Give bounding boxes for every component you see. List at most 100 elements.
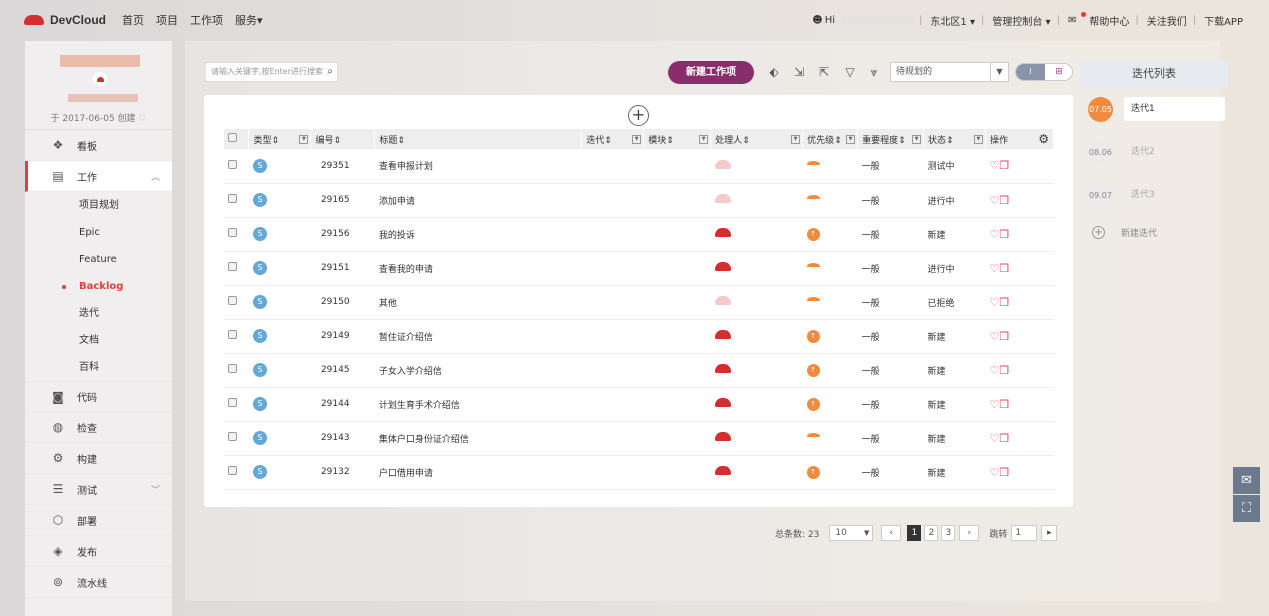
row-checkbox[interactable] <box>228 262 237 271</box>
sidebar-item-code[interactable]: ◙ 代码 <box>25 381 172 412</box>
iteration-name[interactable]: 迭代3 <box>1124 183 1225 207</box>
sidebar-sub-backlog[interactable]: Backlog <box>25 273 172 300</box>
col-type[interactable]: 类型⇕ ▼ <box>248 129 312 149</box>
row-checkbox[interactable] <box>228 330 237 339</box>
nav-home[interactable]: 首页 <box>122 12 144 28</box>
sidebar-item-pipeline[interactable]: ⊚ 流水线 <box>25 567 172 598</box>
copy-icon[interactable]: ❐ <box>999 262 1009 275</box>
row-checkbox[interactable] <box>228 296 237 305</box>
table-row[interactable]: S 29151 查看我的申请 一般 进行中 ♡❐ <box>224 251 1054 286</box>
sidebar-sub-feature[interactable]: Feature <box>25 246 172 273</box>
next-page-button[interactable]: › <box>959 525 980 541</box>
search-input[interactable]: 请输入关键字,按Enter进行搜索 ⌕ <box>205 62 338 82</box>
copy-icon[interactable]: ❐ <box>999 194 1009 207</box>
favorite-heart-icon[interactable]: ♡ <box>989 159 999 172</box>
filter-box-icon[interactable]: ▼ <box>846 135 856 144</box>
new-workitem-button[interactable]: 新建工作项 <box>668 61 754 84</box>
page-3-button[interactable]: 3 <box>941 525 956 541</box>
jump-go-button[interactable]: ▸ <box>1041 525 1058 541</box>
title-cell[interactable]: 户口借用申请 <box>374 455 582 490</box>
iteration-item[interactable]: 07.05 迭代1 <box>1080 88 1228 131</box>
copy-icon[interactable]: ❐ <box>999 228 1009 241</box>
search-icon[interactable]: ⌕ <box>327 63 333 81</box>
col-id[interactable]: 编号⇕ <box>310 129 376 149</box>
favorite-heart-icon[interactable]: ♡ <box>989 364 999 377</box>
favorite-heart-icon[interactable]: ♡ <box>989 432 999 445</box>
col-iteration[interactable]: 迭代⇕ ▼ <box>581 129 645 149</box>
screenshot-button[interactable]: ⛶ <box>1233 495 1260 522</box>
filter-box-icon[interactable]: ▼ <box>699 135 709 144</box>
table-row[interactable]: S 29351 查看申报计划 一般 测试中 ♡❐ <box>224 149 1054 184</box>
title-cell[interactable]: 计划生育手术介绍信 <box>374 387 582 422</box>
table-row[interactable]: S 29156 我的投诉 ↑ 一般 新建 ♡❐ <box>224 217 1054 252</box>
jump-page-input[interactable]: 1 <box>1011 525 1038 541</box>
copy-icon[interactable]: ❐ <box>999 159 1009 172</box>
title-cell[interactable]: 添加申请 <box>374 183 582 218</box>
col-importance[interactable]: 重要程度⇕ ▼ <box>857 129 925 149</box>
select-all-checkbox[interactable] <box>228 133 237 142</box>
iteration-item[interactable]: 09.07 迭代3 <box>1080 174 1228 217</box>
help-center-link[interactable]: 帮助中心 <box>1089 13 1129 28</box>
table-row[interactable]: S 29165 添加申请 一般 进行中 ♡❐ <box>224 183 1054 218</box>
sidebar-item-build[interactable]: ⚙ 构建 <box>25 443 172 474</box>
filter-box-icon[interactable]: ▼ <box>299 135 309 144</box>
sidebar-sub-epic[interactable]: Epic <box>25 219 172 246</box>
prev-page-button[interactable]: ‹ <box>881 525 902 541</box>
row-checkbox[interactable] <box>228 398 237 407</box>
page-2-button[interactable]: 2 <box>924 525 939 541</box>
table-row[interactable]: S 29150 其他 一般 已拒绝 ♡❐ <box>224 285 1054 320</box>
copy-icon[interactable]: ❐ <box>999 330 1009 343</box>
copy-icon[interactable]: ❐ <box>999 364 1009 377</box>
nav-services[interactable]: 服务▾ <box>235 12 263 28</box>
table-row[interactable]: S 29145 子女入学介绍信 ↑ 一般 新建 ♡❐ <box>224 353 1054 388</box>
mail-icon[interactable]: ✉ <box>1068 11 1089 26</box>
row-checkbox[interactable] <box>228 194 237 203</box>
sidebar-item-deploy[interactable]: ⬡ 部署 <box>25 505 172 536</box>
title-cell[interactable]: 暂住证介绍信 <box>374 319 582 354</box>
table-row[interactable]: S 29149 暂住证介绍信 ↑ 一般 新建 ♡❐ <box>224 319 1054 354</box>
download-app-link[interactable]: 下载APP <box>1204 13 1243 28</box>
row-checkbox[interactable] <box>228 159 237 169</box>
sidebar-sub-docs[interactable]: 文档 <box>25 327 172 354</box>
copy-icon[interactable]: ❐ <box>999 296 1009 309</box>
sidebar-sub-planning[interactable]: 项目规划 <box>25 192 172 219</box>
devcloud-logo[interactable]: DevCloud <box>24 13 106 27</box>
feedback-mail-button[interactable]: ✉ <box>1233 467 1260 494</box>
page-size-select[interactable]: 10 ▼ <box>829 525 874 541</box>
filter-icon[interactable]: ▽ <box>842 64 858 80</box>
advanced-filter-icon[interactable]: ⩔ <box>866 64 882 80</box>
title-cell[interactable]: 我的投诉 <box>374 217 582 252</box>
favorite-heart-icon[interactable]: ♡ <box>989 262 999 275</box>
favorite-heart-icon[interactable]: ♡ <box>989 194 999 207</box>
filter-box-icon[interactable]: ▼ <box>912 135 922 144</box>
col-assignee[interactable]: 处理人⇕ ▼ <box>710 129 804 149</box>
iteration-item[interactable]: 08.06 迭代2 <box>1080 131 1228 174</box>
sidebar-item-release[interactable]: ◈ 发布 <box>25 536 172 567</box>
col-module[interactable]: 模块⇕ ▼ <box>643 129 712 149</box>
copy-icon[interactable]: ❐ <box>999 432 1009 445</box>
add-row-icon[interactable]: + <box>628 105 649 126</box>
row-checkbox[interactable] <box>228 364 237 373</box>
filter-box-icon[interactable]: ▼ <box>973 135 983 144</box>
settings-gear-icon[interactable]: ⚙ <box>1038 132 1049 146</box>
row-checkbox[interactable] <box>228 432 237 441</box>
favorite-heart-icon[interactable]: ♡ <box>989 466 999 479</box>
row-checkbox[interactable] <box>228 466 237 475</box>
sidebar-item-work[interactable]: ▤ 工作 ︿ <box>25 161 172 192</box>
title-cell[interactable]: 其他 <box>374 285 582 320</box>
nav-workitems[interactable]: 工作项 <box>190 12 223 28</box>
tag-icon[interactable]: ⬖ <box>766 64 782 80</box>
table-row[interactable]: S 29132 户口借用申请 ↑ 一般 新建 ♡❐ <box>224 455 1054 490</box>
title-cell[interactable]: 子女入学介绍信 <box>374 353 582 388</box>
greeting[interactable]: Hi <box>825 15 835 26</box>
export-icon[interactable]: ⇱ <box>816 64 832 80</box>
console-dropdown[interactable]: 管理控制台 ▾ <box>992 13 1050 28</box>
follow-us-link[interactable]: 关注我们 <box>1147 13 1187 28</box>
list-view-icon[interactable]: ⁞ <box>1016 64 1045 80</box>
nav-projects[interactable]: 项目 <box>156 12 178 28</box>
filter-box-icon[interactable]: ▼ <box>791 135 801 144</box>
favorite-heart-icon[interactable]: ♡ <box>138 114 146 124</box>
sidebar-item-board[interactable]: ❖ 看板 <box>25 130 172 161</box>
title-cell[interactable]: 集体户口身份证介绍信 <box>374 421 582 456</box>
import-icon[interactable]: ⇲ <box>791 64 807 80</box>
